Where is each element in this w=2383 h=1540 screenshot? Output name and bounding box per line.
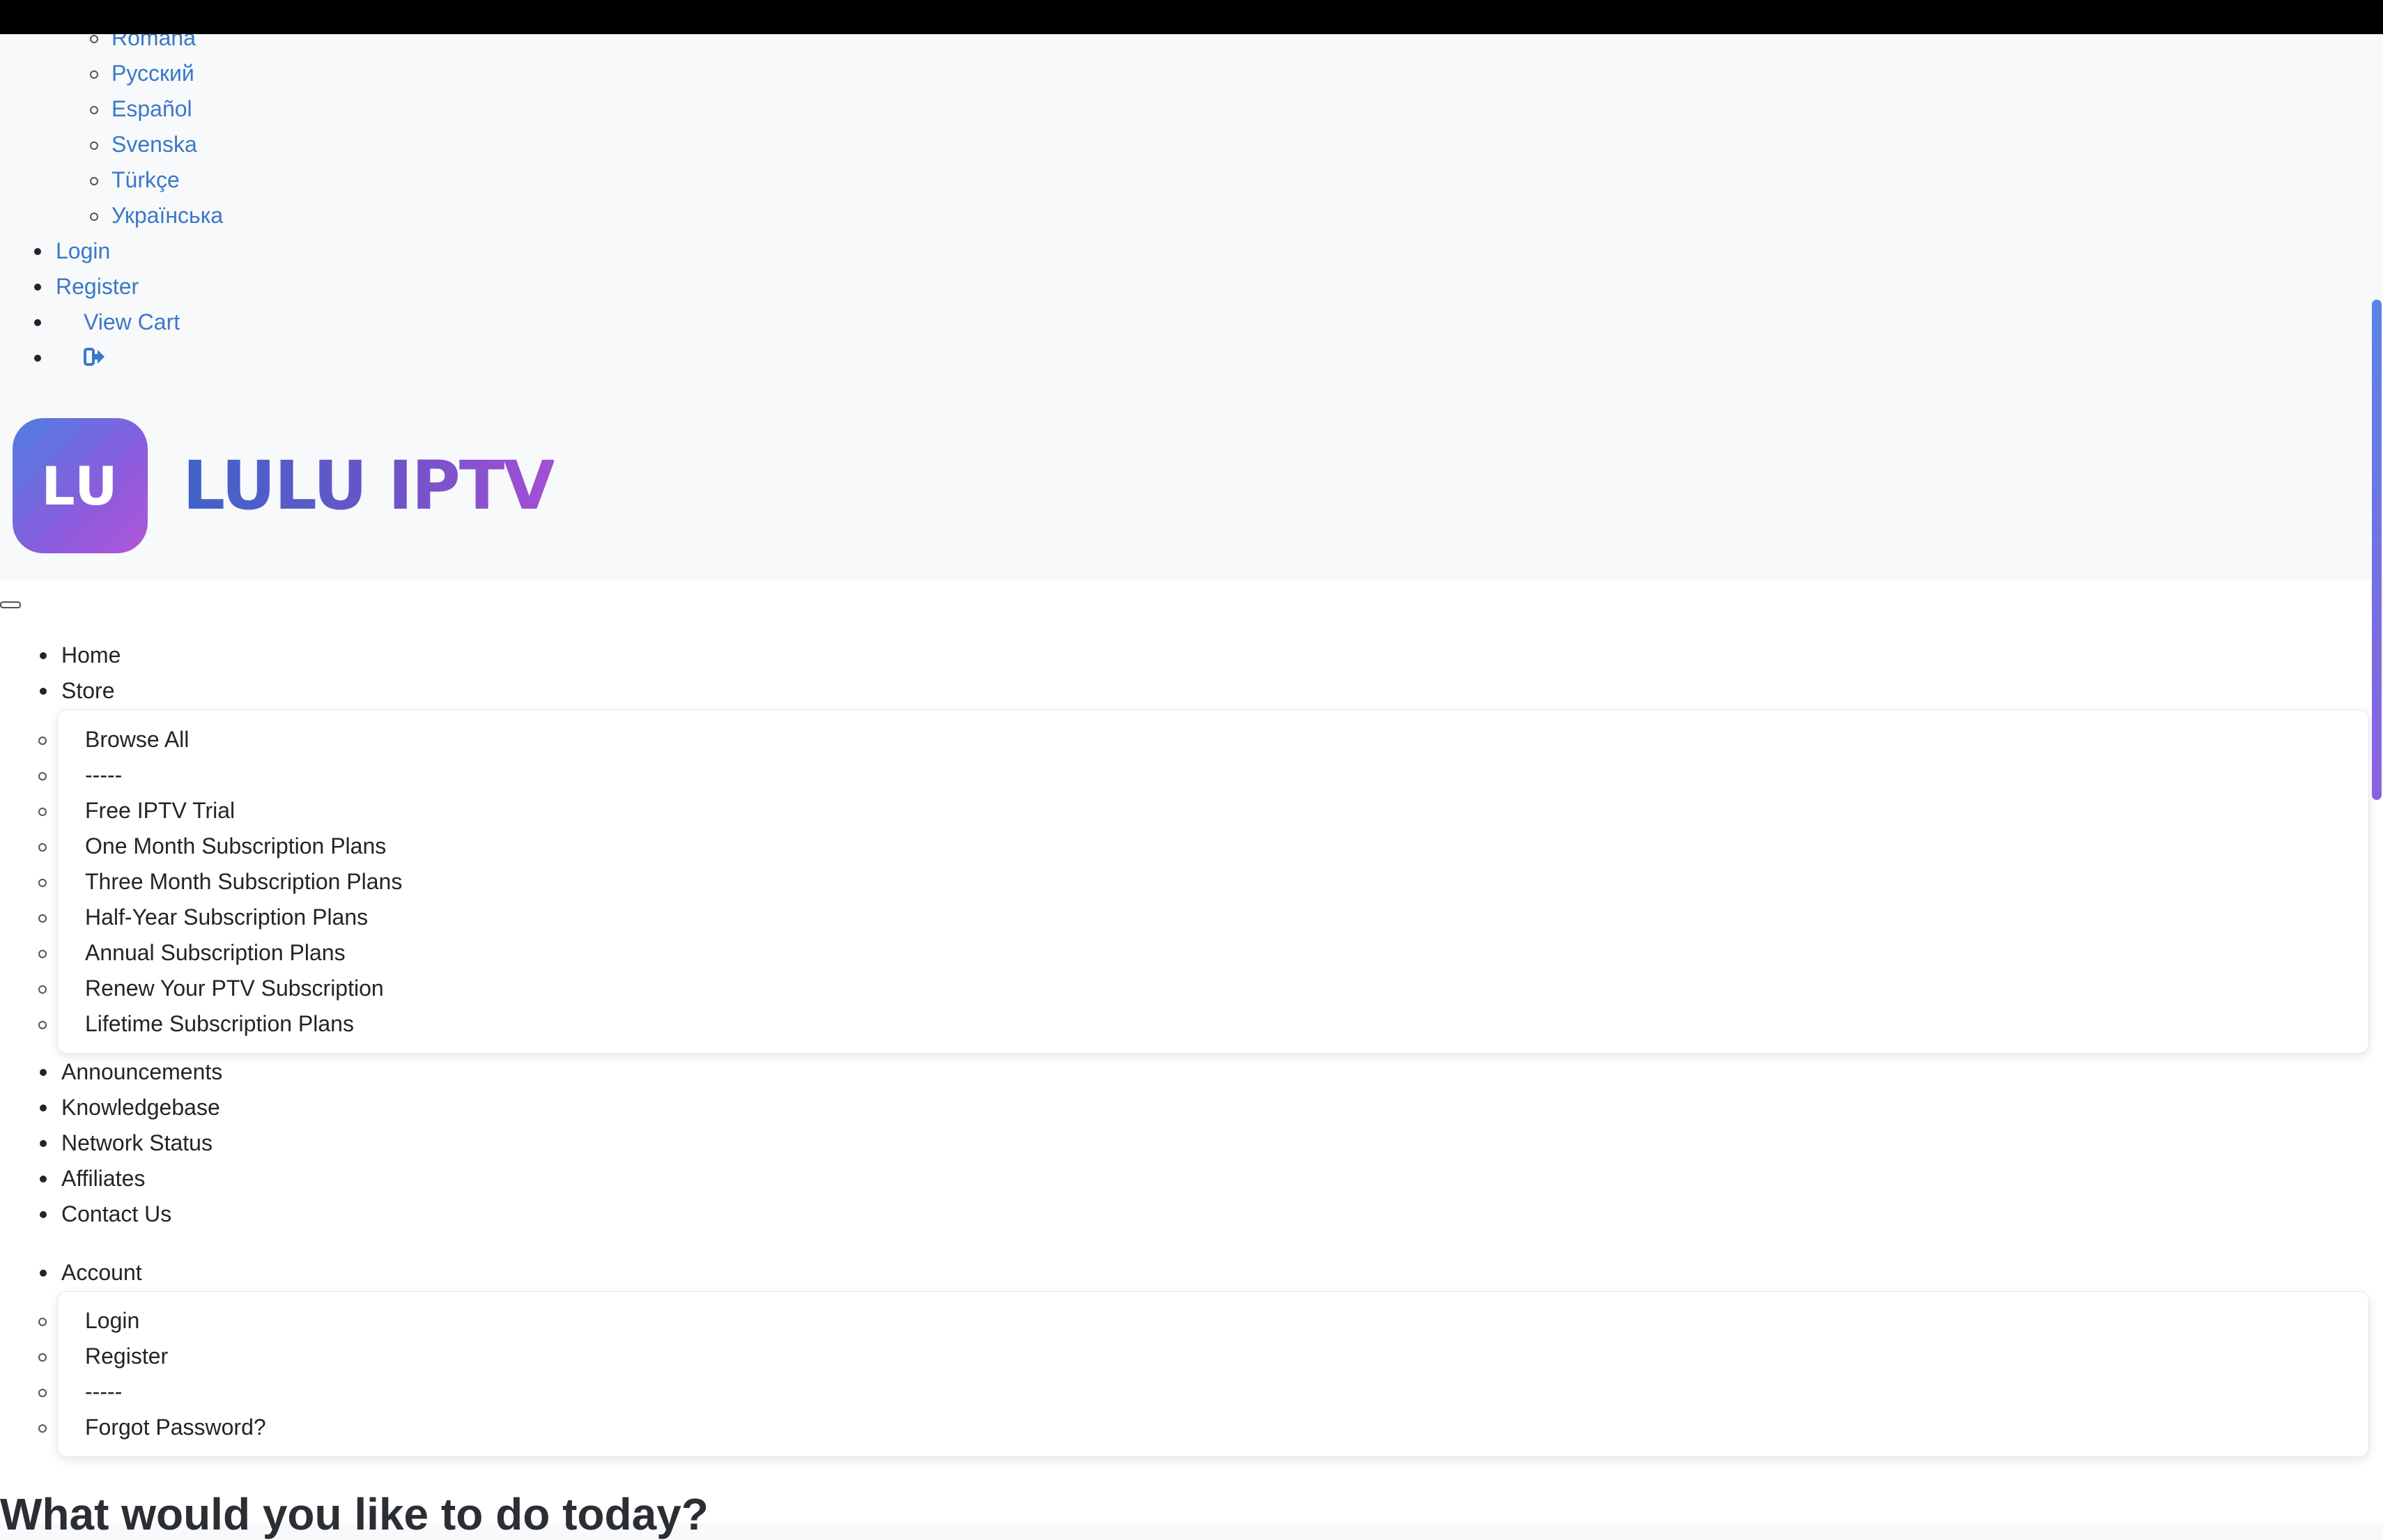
account-menu-divider: ----- — [38, 1374, 266, 1410]
logo-brand-text: LULU IPTV — [183, 447, 555, 525]
store-menu-item-lifetime[interactable]: Lifetime Subscription Plans — [38, 1006, 402, 1042]
nav-item-account[interactable]: Account — [40, 1255, 142, 1291]
register-link[interactable]: Register — [33, 269, 180, 305]
nav-item-network-status[interactable]: Network Status — [39, 1125, 222, 1161]
store-menu-item-one-month[interactable]: One Month Subscription Plans — [38, 829, 402, 864]
page-heading: What would you like to do today? — [0, 1489, 709, 1539]
account-menu-item-register[interactable]: Register — [38, 1339, 266, 1374]
account-nav: Account — [40, 1255, 142, 1291]
language-item[interactable]: Türkçe — [89, 162, 223, 198]
logout-link[interactable] — [33, 340, 180, 377]
language-item[interactable]: Русский — [89, 56, 223, 91]
login-link[interactable]: Login — [33, 233, 180, 269]
language-list: Română Русский Español Svenska Türkçe Ук… — [89, 20, 223, 233]
account-dropdown-items: Login Register ----- Forgot Password? — [38, 1303, 266, 1445]
language-item[interactable]: Українська — [89, 198, 223, 233]
account-menu-item-forgot-password[interactable]: Forgot Password? — [38, 1410, 266, 1445]
account-menu-item-login[interactable]: Login — [38, 1303, 266, 1339]
user-links: Login Register View Cart — [33, 233, 180, 377]
nav-item-announcements[interactable]: Announcements — [39, 1054, 222, 1090]
scrollbar-thumb[interactable] — [2372, 300, 2382, 800]
store-menu-item-renew[interactable]: Renew Your PTV Subscription — [38, 971, 402, 1006]
nav-item-affiliates[interactable]: Affiliates — [39, 1161, 222, 1196]
store-menu-item-three-month[interactable]: Three Month Subscription Plans — [38, 864, 402, 900]
nav-item-contact-us[interactable]: Contact Us — [39, 1196, 222, 1232]
logo-badge: LU — [13, 418, 148, 553]
account-dropdown-menu — [57, 1291, 2369, 1457]
store-menu-item-free-trial[interactable]: Free IPTV Trial — [38, 793, 402, 829]
view-cart-link[interactable]: View Cart — [33, 305, 180, 340]
store-menu-item-browse-all[interactable]: Browse All — [38, 722, 402, 757]
store-dropdown-menu — [57, 709, 2369, 1054]
language-item[interactable]: Svenska — [89, 127, 223, 162]
nav-item-knowledgebase[interactable]: Knowledgebase — [39, 1090, 222, 1125]
store-menu-item-annual[interactable]: Annual Subscription Plans — [38, 935, 402, 971]
main-nav: Home Store — [39, 638, 121, 709]
store-menu-item-half-year[interactable]: Half-Year Subscription Plans — [38, 900, 402, 935]
nav-item-home[interactable]: Home — [39, 638, 121, 673]
nav-item-store[interactable]: Store — [39, 673, 121, 709]
store-menu-divider: ----- — [38, 757, 402, 793]
sign-out-icon[interactable] — [84, 341, 106, 377]
language-item[interactable]: Español — [89, 91, 223, 127]
main-nav-more: Announcements Knowledgebase Network Stat… — [39, 1054, 222, 1232]
top-black-strip — [0, 0, 2383, 34]
navbar-toggler-button[interactable] — [0, 601, 21, 608]
site-logo[interactable]: LU LULU IPTV — [13, 417, 555, 554]
store-dropdown-items: Browse All ----- Free IPTV Trial One Mon… — [38, 722, 402, 1042]
